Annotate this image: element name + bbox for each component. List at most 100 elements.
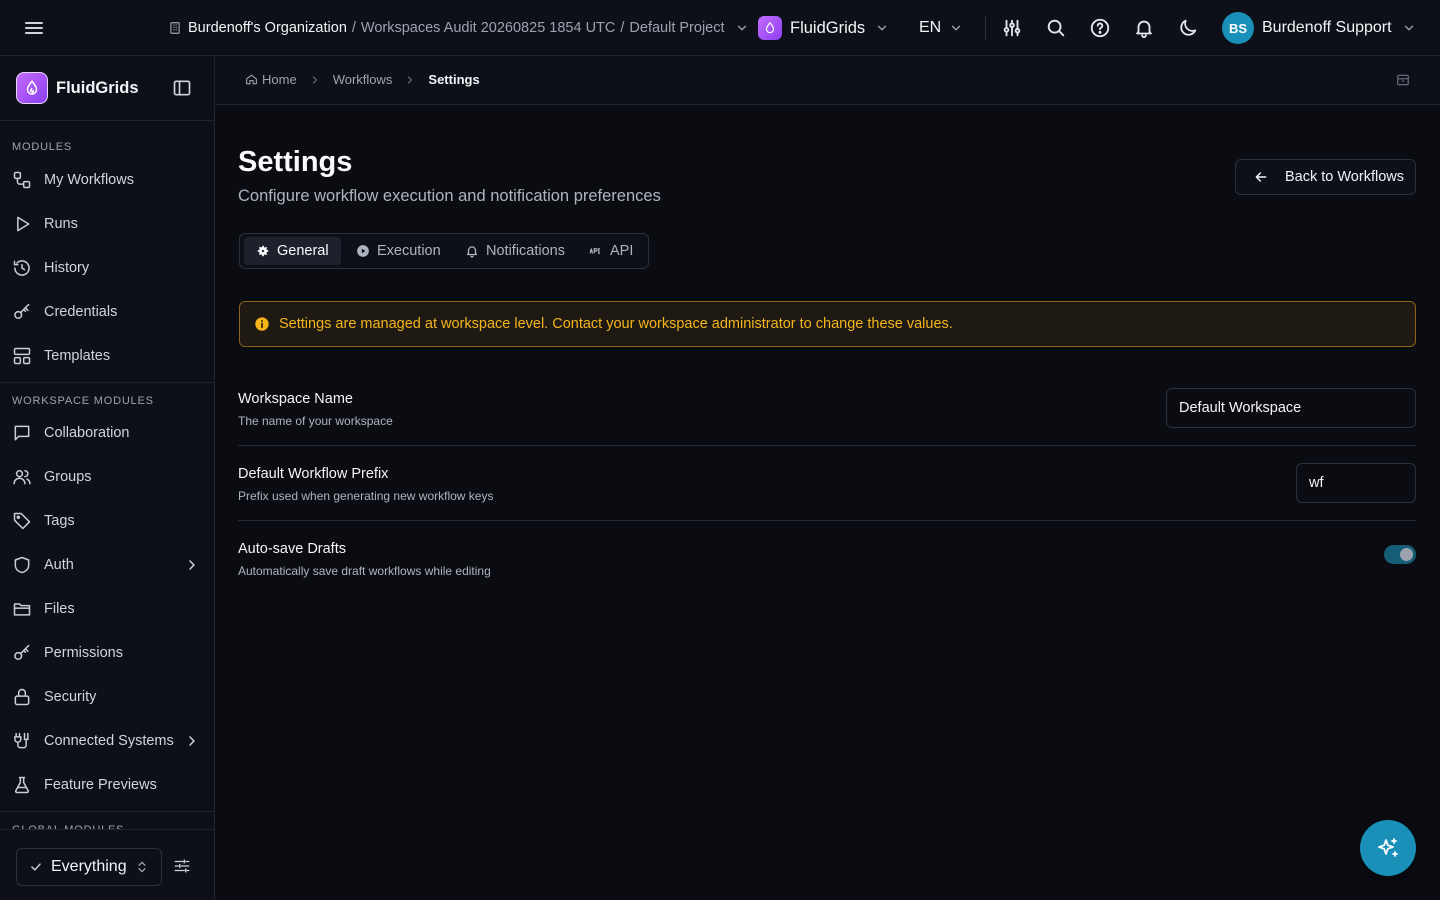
top-bar: Burdenoff's Organization / Workspaces Au…	[0, 0, 1440, 56]
settings-tabs: General Execution Notifications API	[239, 233, 649, 269]
workflow-prefix-label: Default Workflow Prefix	[238, 466, 389, 482]
bell-icon	[465, 244, 479, 258]
sidebar-footer: Everything	[0, 829, 214, 900]
app-name: FluidGrids	[790, 18, 866, 37]
sidebar-divider	[0, 382, 214, 383]
tag-icon	[12, 511, 32, 531]
gear-icon	[256, 244, 270, 258]
sidebar-item-files[interactable]: Files	[0, 589, 214, 629]
templates-icon	[12, 346, 32, 366]
workspace-name-input[interactable]	[1166, 388, 1416, 428]
org-name: Burdenoff's Organization	[188, 20, 347, 36]
breadcrumb: Home Workflows Settings	[245, 72, 480, 87]
sidebar-item-my-workflows[interactable]: My Workflows	[0, 160, 214, 200]
flask-icon	[12, 775, 32, 795]
chevron-right-icon	[309, 74, 321, 86]
workflow-prefix-input[interactable]	[1296, 463, 1416, 503]
archive-icon[interactable]	[1396, 73, 1410, 87]
bell-icon[interactable]	[1133, 17, 1155, 39]
fluidgrids-logo-icon	[16, 72, 48, 104]
fluidgrids-logo-icon	[758, 16, 782, 40]
app-switcher[interactable]: FluidGrids	[758, 15, 889, 41]
users-icon	[12, 467, 32, 487]
plug-icon	[12, 731, 32, 751]
row-divider	[238, 520, 1416, 521]
language-code: EN	[919, 19, 942, 36]
breadcrumb-bar: Home Workflows Settings	[215, 56, 1440, 105]
building-icon	[168, 21, 182, 35]
workspace-name-label: Workspace Name	[238, 391, 353, 407]
sidebar-divider	[0, 120, 214, 121]
ai-assistant-button[interactable]	[1360, 820, 1416, 876]
chevron-down-icon	[1402, 21, 1416, 35]
sidebar-item-credentials[interactable]: Credentials	[0, 292, 214, 332]
sidebar-item-history[interactable]: History	[0, 248, 214, 288]
chevron-up-down-icon	[135, 860, 149, 874]
sidebar-collapse-icon[interactable]	[172, 78, 192, 98]
sidebar-item-connected-systems[interactable]: Connected Systems	[0, 721, 214, 761]
help-icon[interactable]	[1089, 17, 1111, 39]
sidebar-item-auth[interactable]: Auth	[0, 545, 214, 585]
breadcrumb-current: Settings	[428, 72, 480, 87]
sliders-icon[interactable]	[1001, 17, 1023, 39]
page-title: Settings	[238, 146, 353, 178]
brand-name: FluidGrids	[56, 78, 139, 97]
workflow-prefix-description: Prefix used when generating new workflow…	[238, 489, 494, 503]
alert-message: Settings are managed at workspace level.…	[279, 316, 953, 332]
workspace-modules-section-label: WORKSPACE MODULES	[12, 395, 154, 407]
sidebar: FluidGrids MODULES My Workflows Runs His…	[0, 56, 215, 900]
hamburger-menu-icon[interactable]	[22, 16, 46, 40]
workflow-icon	[12, 170, 32, 190]
moon-icon[interactable]	[1177, 17, 1199, 39]
user-name: Burdenoff Support	[1262, 19, 1392, 36]
sidebar-divider	[0, 811, 214, 812]
arrow-left-icon	[1253, 169, 1269, 185]
search-icon[interactable]	[1045, 17, 1067, 39]
topbar-divider	[985, 16, 986, 40]
workspace-name-description: The name of your workspace	[238, 414, 393, 428]
chevron-down-icon	[949, 21, 963, 35]
lock-icon	[12, 687, 32, 707]
workspace-name: Workspaces Audit 20260825 1854 UTC	[360, 20, 616, 36]
sidebar-item-permissions[interactable]: Permissions	[0, 633, 214, 673]
chevron-right-icon	[404, 74, 416, 86]
sidebar-item-tags[interactable]: Tags	[0, 501, 214, 541]
back-to-workflows-button[interactable]: Back to Workflows	[1235, 159, 1416, 195]
history-icon	[12, 258, 32, 278]
autosave-label: Auto-save Drafts	[238, 541, 346, 557]
chevron-down-icon	[735, 21, 749, 35]
sparkles-icon	[1376, 836, 1400, 860]
tab-api[interactable]: API	[577, 237, 645, 265]
info-icon	[254, 316, 270, 332]
check-icon	[29, 860, 43, 874]
chevron-right-icon	[184, 733, 200, 749]
tab-execution[interactable]: Execution	[344, 237, 453, 265]
shield-icon	[12, 555, 32, 575]
avatar: BS	[1222, 12, 1254, 44]
home-icon	[245, 73, 258, 86]
breadcrumb-workflows[interactable]: Workflows	[333, 72, 393, 87]
sidebar-item-feature-previews[interactable]: Feature Previews	[0, 765, 214, 805]
autosave-toggle[interactable]	[1384, 545, 1416, 564]
user-menu[interactable]: BS Burdenoff Support	[1222, 12, 1416, 44]
breadcrumb-home[interactable]: Home	[262, 72, 297, 87]
api-icon	[589, 244, 603, 258]
tab-general[interactable]: General	[244, 237, 341, 265]
sidebar-item-security[interactable]: Security	[0, 677, 214, 717]
row-divider	[238, 445, 1416, 446]
sidebar-item-collaboration[interactable]: Collaboration	[0, 413, 214, 453]
folder-icon	[12, 599, 32, 619]
sidebar-item-templates[interactable]: Templates	[0, 336, 214, 376]
module-filter-select[interactable]: Everything	[16, 848, 162, 886]
sidebar-item-runs[interactable]: Runs	[0, 204, 214, 244]
sidebar-brand[interactable]: FluidGrids	[16, 72, 139, 104]
key-icon	[12, 302, 32, 322]
tab-notifications[interactable]: Notifications	[453, 237, 577, 265]
toggle-knob	[1400, 548, 1413, 561]
autosave-description: Automatically save draft workflows while…	[238, 564, 491, 578]
sidebar-item-groups[interactable]: Groups	[0, 457, 214, 497]
filter-settings-icon[interactable]	[173, 857, 191, 875]
language-selector[interactable]: EN	[919, 17, 963, 39]
org-workspace-selector[interactable]: Burdenoff's Organization / Workspaces Au…	[168, 18, 749, 38]
play-icon	[12, 214, 32, 234]
